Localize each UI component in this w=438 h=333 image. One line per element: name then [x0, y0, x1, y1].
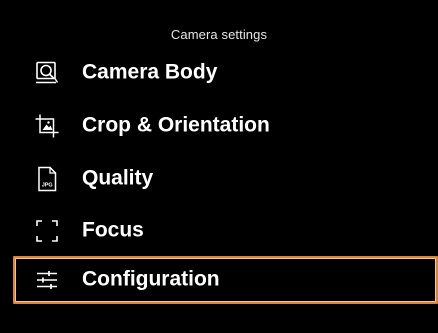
camera-settings-screen: Camera settings Camera Body Crop & Orien…	[0, 0, 438, 333]
menu-item-label: Quality	[82, 166, 154, 190]
menu-item-label: Crop & Orientation	[82, 113, 270, 137]
menu-item-label: Configuration	[82, 267, 220, 291]
menu-item-label: Camera Body	[82, 60, 218, 84]
menu-item-camera-body[interactable]: Camera Body	[13, 50, 438, 96]
crop-icon	[34, 113, 60, 139]
menu-item-crop-orientation[interactable]: Crop & Orientation	[13, 103, 438, 149]
focus-frame-icon	[34, 218, 60, 244]
settings-menu: Camera Body Crop & Orientation JPG Quali…	[0, 0, 438, 333]
menu-item-configuration[interactable]: Configuration	[13, 256, 438, 304]
jpg-label: JPG	[42, 183, 53, 189]
camera-body-icon	[34, 60, 60, 86]
menu-item-focus[interactable]: Focus	[13, 208, 438, 254]
jpg-file-icon: JPG	[34, 166, 60, 192]
menu-item-label: Focus	[82, 218, 144, 242]
menu-item-quality[interactable]: JPG Quality	[13, 156, 438, 202]
sliders-icon	[34, 267, 60, 293]
